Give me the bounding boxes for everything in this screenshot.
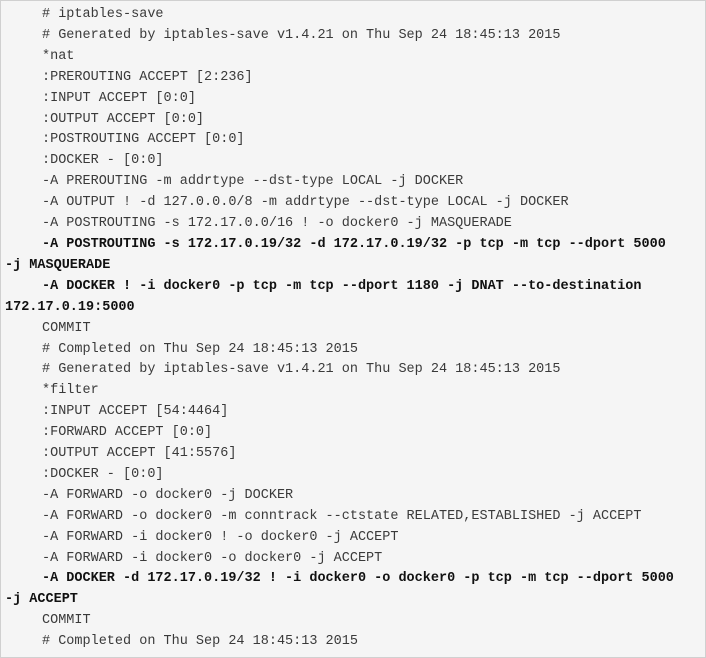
code-line: *filter	[42, 383, 99, 399]
code-line: :INPUT ACCEPT [0:0]	[42, 90, 196, 106]
highlighted-code-line: -j ACCEPT	[5, 592, 78, 608]
code-line: # Completed on Thu Sep 24 18:45:13 2015	[42, 341, 358, 357]
code-line: COMMIT	[42, 613, 91, 629]
code-lines: # iptables-save # Generated by iptables-s…	[5, 5, 705, 653]
highlighted-code-line: -j MASQUERADE	[5, 257, 111, 273]
code-line: COMMIT	[42, 320, 91, 336]
code-line: :PREROUTING ACCEPT [2:236]	[42, 69, 253, 85]
code-line: :OUTPUT ACCEPT [41:5576]	[42, 446, 237, 462]
code-line: *nat	[42, 48, 75, 64]
highlighted-code-line: 172.17.0.19:5000	[5, 299, 135, 315]
highlighted-code-line: -A DOCKER -d 172.17.0.19/32 ! -i docker0…	[42, 571, 674, 587]
code-line: -A FORWARD -i docker0 ! -o docker0 -j AC…	[42, 529, 399, 545]
code-block: # iptables-save # Generated by iptables-s…	[0, 0, 706, 658]
code-line: # iptables-save	[42, 7, 164, 22]
code-line: :DOCKER - [0:0]	[42, 153, 164, 169]
code-line: # Completed on Thu Sep 24 18:45:13 2015	[42, 634, 358, 650]
code-line: -A FORWARD -o docker0 -j DOCKER	[42, 487, 294, 503]
code-line: -A FORWARD -i docker0 -o docker0 -j ACCE…	[42, 550, 383, 566]
highlighted-code-line: -A DOCKER ! -i docker0 -p tcp -m tcp --d…	[42, 278, 642, 294]
code-line: # Generated by iptables-save v1.4.21 on …	[42, 27, 561, 43]
code-line: -A PREROUTING -m addrtype --dst-type LOC…	[42, 174, 464, 190]
code-line: -A POSTROUTING -s 172.17.0.0/16 ! -o doc…	[42, 216, 512, 232]
code-line: -A OUTPUT ! -d 127.0.0.0/8 -m addrtype -…	[42, 195, 569, 211]
code-line: :DOCKER - [0:0]	[42, 466, 164, 482]
code-line: :INPUT ACCEPT [54:4464]	[42, 404, 229, 420]
code-line: :OUTPUT ACCEPT [0:0]	[42, 111, 205, 127]
code-line: :POSTROUTING ACCEPT [0:0]	[42, 132, 245, 148]
code-line: :FORWARD ACCEPT [0:0]	[42, 425, 213, 441]
code-line: # Generated by iptables-save v1.4.21 on …	[42, 362, 561, 378]
code-line: -A FORWARD -o docker0 -m conntrack --cts…	[42, 508, 642, 524]
highlighted-code-line: -A POSTROUTING -s 172.17.0.19/32 -d 172.…	[42, 236, 666, 252]
